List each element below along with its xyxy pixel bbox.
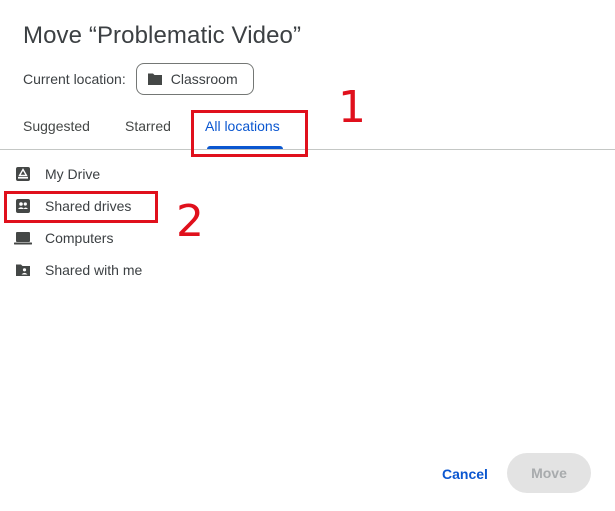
list-item-label: Computers xyxy=(45,230,114,246)
tab-all-locations[interactable]: All locations xyxy=(205,108,280,149)
list-item-shared-with-me[interactable]: Shared with me xyxy=(0,254,615,286)
computer-icon xyxy=(14,229,32,247)
current-location-chip[interactable]: Classroom xyxy=(135,63,254,95)
current-location-label: Current location: xyxy=(23,71,126,87)
shared-drives-icon xyxy=(14,197,32,215)
folder-icon xyxy=(147,73,162,85)
tab-suggested[interactable]: Suggested xyxy=(23,108,90,149)
location-tabs: Suggested Starred All locations xyxy=(0,108,615,150)
current-location-value: Classroom xyxy=(170,71,238,87)
list-item-label: My Drive xyxy=(45,166,101,182)
list-item-computers[interactable]: Computers xyxy=(0,222,615,254)
move-dialog: Move “Problematic Video” Current locatio… xyxy=(0,0,615,511)
shared-with-me-icon xyxy=(14,261,32,279)
list-item-shared-drives[interactable]: Shared drives xyxy=(0,190,615,222)
cancel-button[interactable]: Cancel xyxy=(437,458,493,490)
current-location-row: Current location: Classroom xyxy=(23,63,254,95)
list-item-my-drive[interactable]: My Drive xyxy=(0,158,615,190)
annotation-number-1: 1 xyxy=(338,82,366,133)
annotation-number-2: 2 xyxy=(176,196,204,247)
dialog-title: Move “Problematic Video” xyxy=(23,22,302,49)
list-item-label: Shared drives xyxy=(45,198,132,214)
location-list: My Drive Shared drives Computers Shared … xyxy=(0,158,615,286)
move-button[interactable]: Move xyxy=(507,453,591,493)
tab-selected-indicator xyxy=(207,146,283,149)
list-item-label: Shared with me xyxy=(45,262,143,278)
my-drive-icon xyxy=(14,165,32,183)
tab-starred[interactable]: Starred xyxy=(125,108,171,149)
